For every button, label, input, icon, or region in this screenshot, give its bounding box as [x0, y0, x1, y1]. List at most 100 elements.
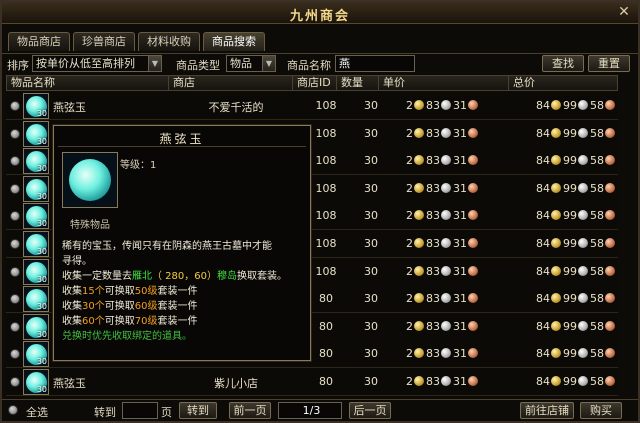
price-amount: 2	[406, 154, 413, 168]
gold-coin-icon	[414, 238, 424, 248]
exchange-level: 70级	[134, 316, 158, 327]
price-amount: 58	[590, 181, 604, 195]
col-item-name[interactable]: 物品名称	[7, 76, 169, 90]
price-amount: 99	[563, 347, 577, 361]
tooltip-item-icon	[62, 152, 118, 208]
item-stack-count: 30	[36, 357, 47, 367]
shop-id: 108	[315, 154, 337, 168]
page-number-input[interactable]	[122, 402, 158, 419]
price-amount: 83	[426, 264, 440, 278]
price-amount: 99	[563, 264, 577, 278]
shop-window: 九州商会 ✕ 物品商店 珍兽商店 材料收购 商品搜索 排序 按单价从低至高排列 …	[0, 0, 640, 423]
jade-orb-icon	[69, 159, 111, 201]
row-select-radio[interactable]	[10, 377, 20, 387]
row-select-radio[interactable]	[10, 183, 20, 194]
silver-coin-icon	[578, 293, 588, 304]
price-amount: 99	[563, 181, 577, 195]
row-select-radio[interactable]	[10, 128, 20, 139]
col-shop-id[interactable]: 商店ID	[293, 76, 337, 90]
exchange-count: 15个	[82, 286, 105, 297]
prev-page-button[interactable]: 前一页	[229, 402, 271, 419]
quantity: 30	[364, 375, 378, 388]
col-total-price[interactable]: 总价	[509, 76, 617, 90]
goto-button[interactable]: 转到	[179, 402, 217, 419]
item-icon[interactable]: 30	[23, 93, 49, 119]
item-icon[interactable]: 30	[23, 175, 49, 202]
table-row[interactable]: 30 燕弦玉 不爱千活的 108 30 2 83 31 84 99 58	[6, 92, 618, 120]
unit-price: 2 83 31	[406, 320, 480, 333]
silver-coin-icon	[441, 210, 451, 221]
gold-coin-icon	[414, 155, 424, 166]
price-amount: 31	[453, 264, 467, 278]
chevron-down-icon[interactable]: ▼	[148, 56, 161, 71]
exchange-count: 30个	[82, 301, 105, 312]
item-icon[interactable]: 30	[23, 258, 49, 285]
item-icon[interactable]: 30	[23, 313, 49, 340]
item-icon[interactable]: 30	[23, 286, 49, 313]
table-row[interactable]: 30 燕弦玉 紫儿小店 80 30 2 83 31 84 99 58	[6, 368, 618, 396]
close-icon[interactable]: ✕	[616, 5, 632, 21]
price-amount: 31	[453, 292, 467, 306]
silver-coin-icon	[441, 376, 451, 386]
type-select[interactable]: 物品 ▼	[226, 55, 276, 72]
row-select-radio[interactable]	[10, 239, 20, 249]
price-amount: 84	[536, 375, 550, 388]
copper-coin-icon	[605, 293, 615, 304]
item-icon[interactable]: 30	[23, 369, 49, 395]
quantity: 30	[364, 99, 378, 112]
price-amount: 2	[406, 237, 413, 250]
unit-price: 2 83 31	[406, 292, 480, 305]
col-shop[interactable]: 商店	[169, 76, 293, 90]
name-search-input[interactable]: 燕	[335, 55, 415, 72]
item-icon[interactable]: 30	[23, 120, 49, 147]
chevron-down-icon[interactable]: ▼	[262, 56, 275, 71]
tab-material-buy[interactable]: 材料收购	[138, 32, 200, 51]
price-amount: 2	[406, 126, 413, 140]
exchange-text: 可换取	[104, 301, 135, 312]
unit-price: 2 83 31	[406, 265, 480, 278]
row-select-radio[interactable]	[10, 294, 20, 305]
price-amount: 83	[426, 292, 440, 306]
tab-item-shop[interactable]: 物品商店	[8, 32, 70, 51]
sort-select[interactable]: 按单价从低至高排列 ▼	[32, 55, 162, 72]
row-select-radio[interactable]	[10, 156, 20, 167]
select-all-radio[interactable]	[8, 405, 18, 415]
exchange-text: 收集	[62, 316, 82, 327]
gold-coin-icon	[414, 348, 424, 359]
tooltip-category: 特殊物品	[70, 220, 110, 231]
quantity: 30	[364, 154, 378, 168]
row-select-radio[interactable]	[10, 266, 20, 277]
item-icon[interactable]: 30	[23, 203, 49, 230]
price-amount: 84	[536, 181, 550, 195]
copper-coin-icon	[605, 100, 615, 110]
col-quantity[interactable]: 数量	[337, 76, 379, 90]
silver-coin-icon	[578, 320, 588, 331]
title-bar: 九州商会 ✕	[2, 2, 638, 24]
shop-name: 不爱千活的	[208, 101, 264, 114]
next-page-button[interactable]: 后一页	[349, 402, 391, 419]
select-all-label[interactable]: 全选	[26, 404, 48, 420]
tab-item-search[interactable]: 商品搜索	[203, 32, 265, 51]
silver-coin-icon	[441, 238, 451, 248]
col-unit-price[interactable]: 单价	[379, 76, 509, 90]
row-select-radio[interactable]	[10, 211, 20, 222]
row-select-radio[interactable]	[10, 321, 20, 332]
exchange-text: 可换取	[104, 316, 135, 327]
row-select-radio[interactable]	[10, 349, 20, 360]
reset-button[interactable]: 重置	[588, 55, 630, 72]
buy-button[interactable]: 购买	[580, 402, 622, 419]
gold-coin-icon	[414, 210, 424, 221]
quantity: 30	[364, 126, 378, 140]
exchange-count: 60个	[82, 316, 105, 327]
visit-shop-button[interactable]: 前往店铺	[520, 402, 574, 419]
item-icon[interactable]: 30	[23, 148, 49, 175]
total-price: 84 99 58	[536, 347, 617, 360]
row-select-radio[interactable]	[10, 101, 20, 111]
exchange-text: 收集	[62, 301, 82, 312]
item-icon[interactable]: 30	[23, 231, 49, 257]
search-button[interactable]: 查找	[542, 55, 584, 72]
price-amount: 99	[563, 292, 577, 306]
item-icon[interactable]: 30	[23, 341, 49, 368]
tab-pet-shop[interactable]: 珍兽商店	[73, 32, 135, 51]
price-amount: 99	[563, 126, 577, 140]
